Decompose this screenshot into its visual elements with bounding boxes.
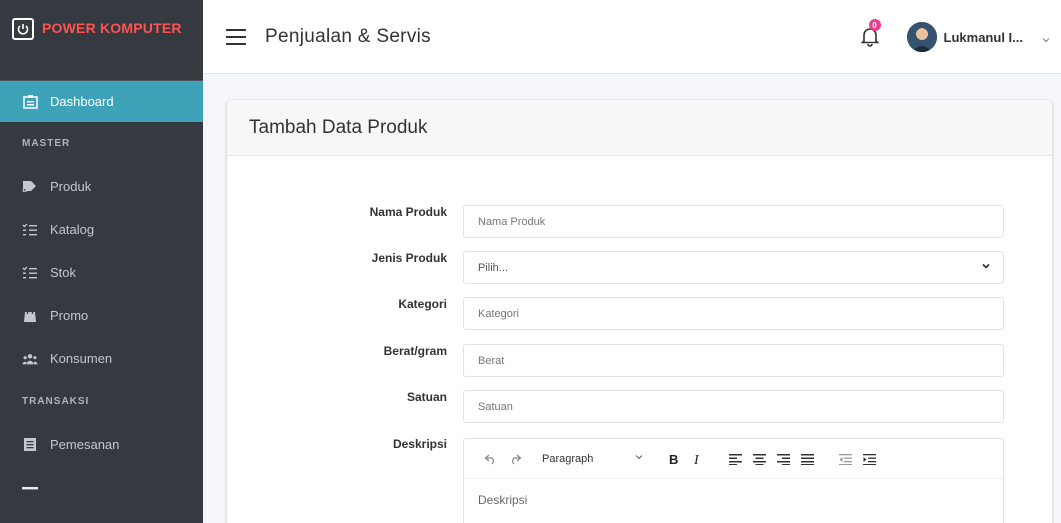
user-avatar[interactable] — [906, 22, 937, 52]
product-icon — [22, 179, 38, 195]
chevron-down-icon — [634, 452, 644, 465]
align-justify-icon[interactable] — [796, 448, 818, 470]
add-product-card: Tambah Data Produk Nama Produk Jenis Pro… — [227, 100, 1052, 523]
notification-count-badge: 0 — [868, 19, 881, 31]
sidebar-item-label: Stok — [50, 265, 77, 280]
deskripsi-label: Deskripsi — [392, 437, 447, 451]
chevron-down-icon — [981, 261, 991, 274]
users-icon — [22, 351, 38, 367]
navbar-right: 0 Lukmanul I... — [859, 0, 1061, 74]
align-right-icon[interactable] — [772, 448, 794, 470]
nama-produk-label: Nama Produk — [369, 205, 447, 219]
sidebar-item-dashboard[interactable]: Dashboard — [0, 81, 203, 122]
sidebar-item-label: Dashboard — [50, 94, 114, 109]
align-left-icon[interactable] — [724, 448, 746, 470]
align-center-icon[interactable] — [748, 448, 770, 470]
sidebar-header-transaksi: TRANSAKSI — [22, 396, 90, 407]
dashboard-icon — [22, 94, 38, 110]
user-name[interactable]: Lukmanul I... — [944, 30, 1023, 45]
svg-text:B: B — [669, 453, 678, 465]
list-icon — [22, 265, 38, 281]
jenis-produk-label: Jenis Produk — [371, 251, 447, 265]
satuan-label: Satuan — [406, 390, 447, 404]
sidebar-item-stok[interactable]: Stok — [0, 251, 203, 294]
outdent-icon[interactable] — [834, 448, 856, 470]
notification-bell-icon[interactable]: 0 — [859, 19, 883, 49]
sidebar-item-pemesanan[interactable]: Pemesanan — [0, 423, 203, 466]
sidebar-item-konsumen[interactable]: Konsumen — [0, 337, 203, 380]
brand[interactable]: POWER KOMPUTER — [0, 0, 203, 81]
chevron-down-icon[interactable] — [1041, 32, 1051, 43]
editor-toolbar: Paragraph B I — [464, 439, 1003, 479]
redo-icon[interactable] — [504, 448, 526, 470]
berat-input[interactable] — [463, 344, 1004, 377]
satuan-input[interactable] — [463, 390, 1004, 423]
sidebar-item-label: Pemesanan — [50, 437, 120, 452]
italic-icon[interactable]: I — [686, 448, 708, 470]
svg-text:I: I — [693, 453, 700, 465]
block-format-value: Paragraph — [542, 452, 594, 465]
card-header: Tambah Data Produk — [227, 100, 1052, 156]
indent-icon[interactable] — [858, 448, 880, 470]
sidebar-item-katalog[interactable]: Katalog — [0, 208, 203, 251]
document-icon — [22, 437, 38, 453]
list-icon — [22, 222, 38, 238]
bold-icon[interactable]: B — [662, 448, 684, 470]
sidebar-header-master: MASTER — [22, 138, 71, 149]
kategori-label: Kategori — [398, 297, 447, 311]
sidebar-item-collapsed[interactable] — [0, 466, 203, 509]
shopping-bag-icon — [22, 308, 38, 324]
sidebar: POWER KOMPUTER Dashboard MASTER Produk K… — [0, 0, 203, 523]
sidebar-item-produk[interactable]: Produk — [0, 165, 203, 208]
sidebar-item-label: Promo — [50, 308, 89, 323]
kategori-input[interactable] — [463, 297, 1004, 330]
jenis-produk-selected: Pilih... — [478, 261, 508, 274]
block-format-dropdown[interactable]: Paragraph — [542, 452, 654, 465]
brand-name: POWER KOMPUTER — [42, 20, 182, 36]
deskripsi-rich-text-editor: Paragraph B I Deskripsi — [463, 438, 1004, 523]
sidebar-item-label: Katalog — [50, 222, 95, 237]
nama-produk-input[interactable] — [463, 205, 1004, 238]
power-icon — [12, 18, 34, 40]
page-title: Penjualan & Servis — [265, 25, 431, 47]
minus-icon — [22, 480, 38, 496]
undo-icon[interactable] — [480, 448, 502, 470]
menu-toggle-icon[interactable] — [226, 28, 246, 45]
sidebar-item-label: Produk — [50, 179, 92, 194]
form-title: Tambah Data Produk — [249, 116, 428, 138]
top-navbar: Penjualan & Servis 0 Lukmanul I... — [203, 0, 1061, 74]
sidebar-item-promo[interactable]: Promo — [0, 294, 203, 337]
berat-label: Berat/gram — [383, 344, 447, 358]
sidebar-item-label: Konsumen — [50, 351, 113, 366]
deskripsi-editor-content[interactable]: Deskripsi — [464, 479, 1003, 521]
sidebar-nav: Dashboard MASTER Produk Katalog Stok Pro — [0, 81, 203, 509]
jenis-produk-select[interactable]: Pilih... — [463, 251, 1004, 284]
